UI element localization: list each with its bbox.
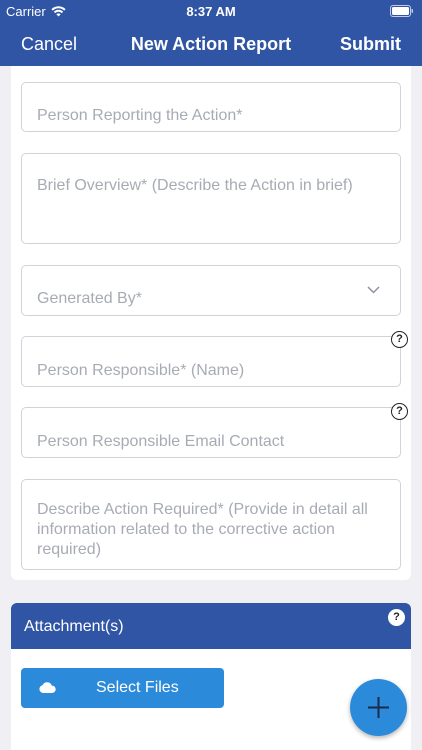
submit-button[interactable]: Submit (340, 34, 401, 55)
generated-by-placeholder: Generated By* (37, 290, 142, 307)
attachments-card: Attachment(s) ? Select Files (11, 603, 411, 750)
add-fab-button[interactable] (350, 679, 407, 736)
select-files-label: Select Files (96, 679, 179, 696)
form-card: Person Reporting the Action* Brief Overv… (11, 66, 411, 580)
person-responsible-placeholder: Person Responsible* (Name) (37, 362, 245, 379)
person-email-help-icon[interactable]: ? (391, 403, 408, 420)
person-reporting-input[interactable]: Person Reporting the Action* (21, 82, 401, 132)
attachments-title: Attachment(s) (24, 618, 124, 635)
action-required-placeholder: Describe Action Required* (Provide in de… (37, 501, 368, 558)
select-files-button[interactable]: Select Files (21, 668, 224, 708)
attachments-help-icon[interactable]: ? (388, 609, 405, 626)
cancel-button[interactable]: Cancel (21, 34, 77, 55)
generated-by-select[interactable]: Generated By* (21, 265, 401, 316)
attachments-header: Attachment(s) ? (11, 603, 411, 649)
navigation-bar: Cancel New Action Report Submit (0, 22, 422, 66)
person-responsible-input[interactable]: Person Responsible* (Name) (21, 336, 401, 387)
battery-icon (390, 5, 413, 17)
chevron-down-icon (367, 286, 380, 294)
person-email-input[interactable]: Person Responsible Email Contact (21, 407, 401, 458)
brief-overview-placeholder: Brief Overview* (Describe the Action in … (37, 177, 353, 194)
status-time: 8:37 AM (186, 4, 236, 19)
cloud-icon (39, 682, 56, 693)
status-bar: Carrier 8:37 AM (0, 0, 422, 22)
person-responsible-help-icon[interactable]: ? (391, 331, 408, 348)
person-email-placeholder: Person Responsible Email Contact (37, 433, 285, 450)
person-reporting-placeholder: Person Reporting the Action* (37, 107, 243, 124)
brief-overview-textarea[interactable]: Brief Overview* (Describe the Action in … (21, 153, 401, 244)
plus-icon (368, 697, 389, 718)
action-required-textarea[interactable]: Describe Action Required* (Provide in de… (21, 479, 401, 570)
